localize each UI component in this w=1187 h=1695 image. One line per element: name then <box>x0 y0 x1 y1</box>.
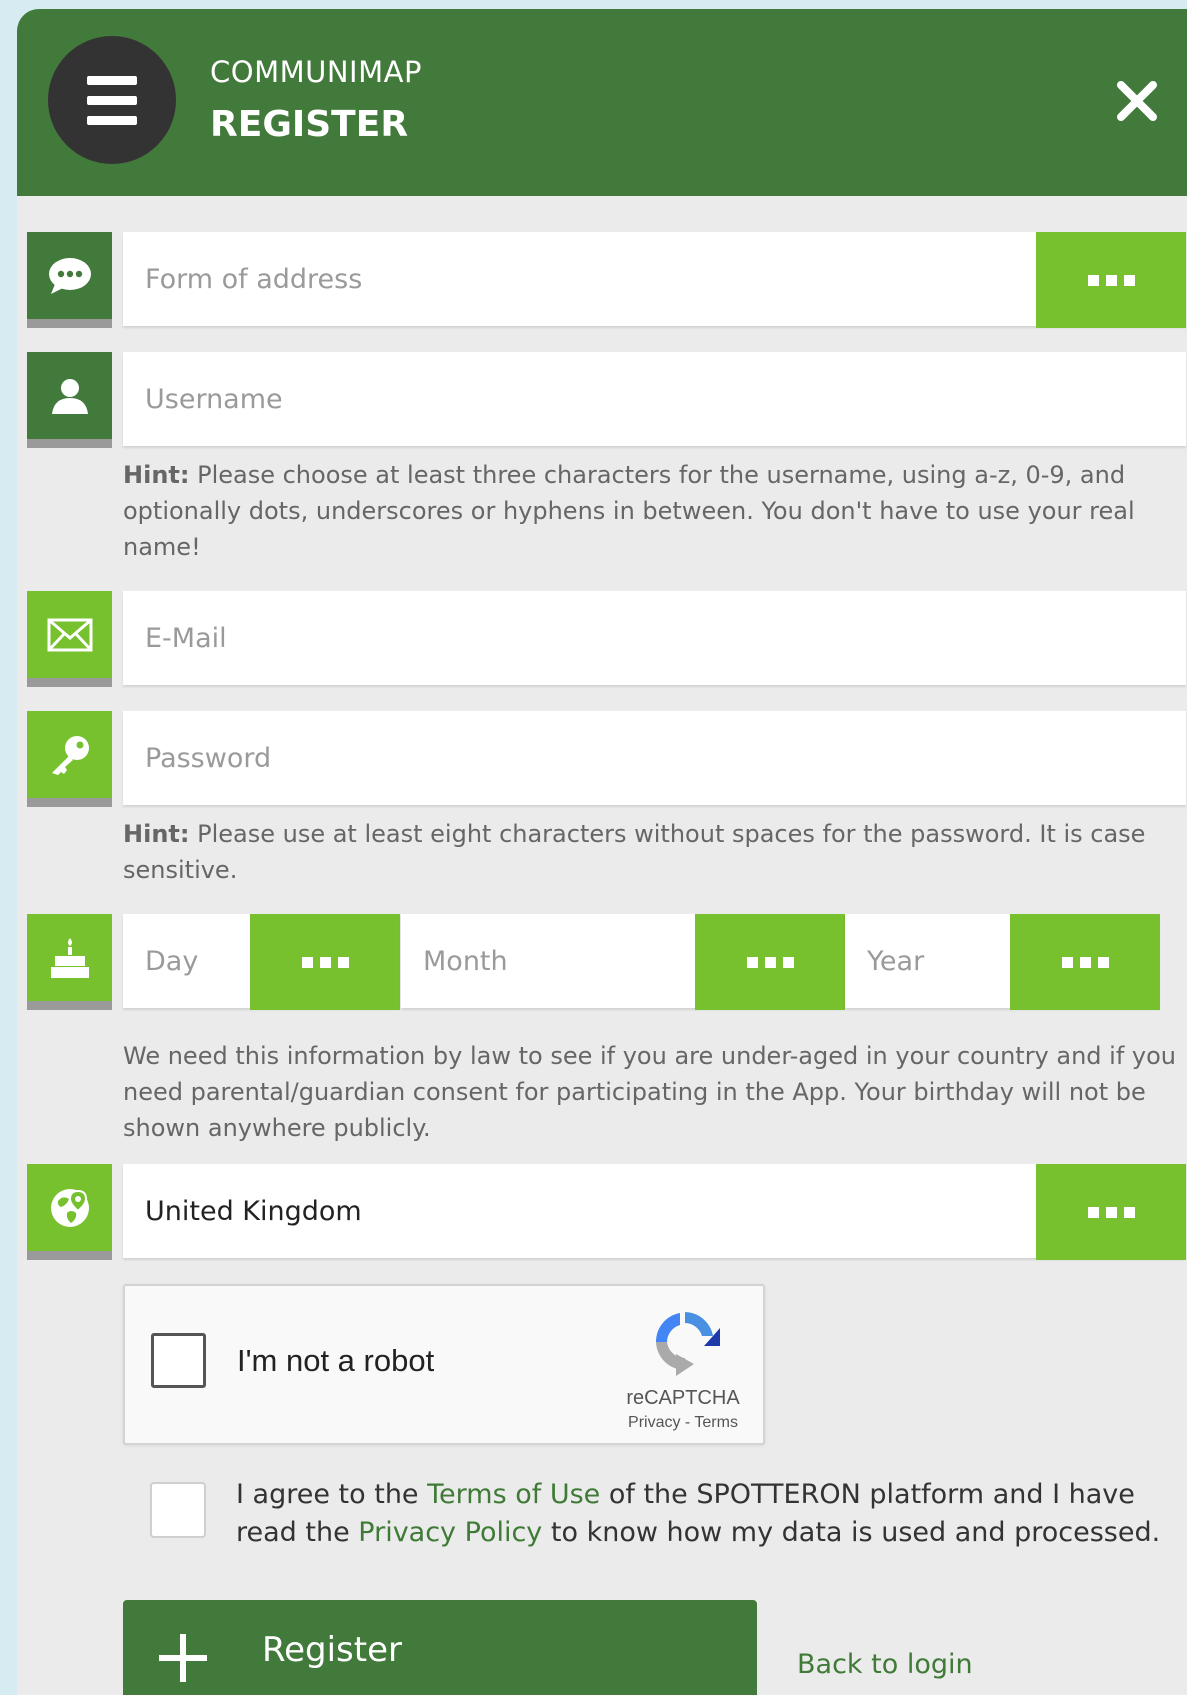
password-placeholder: Password <box>145 742 272 774</box>
email-tab <box>27 591 112 687</box>
plus-icon <box>159 1634 207 1682</box>
month-placeholder: Month <box>423 945 508 977</box>
recaptcha-logo-icon <box>655 1312 720 1376</box>
password-hint-text: Please use at least eight characters wit… <box>123 820 1146 884</box>
dot-icon <box>1105 274 1117 286</box>
country-value: United Kingdom <box>145 1195 362 1227</box>
username-hint: Hint: Please choose at least three chara… <box>123 457 1183 565</box>
country-tab <box>27 1164 112 1260</box>
speech-bubble-icon <box>48 257 91 294</box>
password-tab <box>27 711 112 807</box>
day-options-button[interactable] <box>250 914 400 1010</box>
hamburger-icon <box>87 75 137 85</box>
username-tab <box>27 352 112 448</box>
hamburger-icon-bar <box>87 115 137 125</box>
page-title: REGISTER <box>210 104 409 145</box>
password-hint-label: Hint: <box>123 820 190 848</box>
username-placeholder: Username <box>145 383 283 415</box>
dot-icon <box>1123 1206 1135 1218</box>
birthday-day-select[interactable]: Day <box>123 914 400 1010</box>
year-placeholder: Year <box>867 945 925 977</box>
country-select[interactable]: United Kingdom <box>123 1164 1186 1260</box>
dot-icon <box>319 956 331 968</box>
recaptcha-checkbox[interactable] <box>151 1333 206 1388</box>
password-input[interactable]: Password <box>123 711 1186 805</box>
form-of-address-select[interactable]: Form of address <box>123 232 1186 328</box>
recaptcha-privacy-link[interactable]: Privacy <box>628 1414 680 1431</box>
username-hint-text: Please choose at least three characters … <box>123 461 1135 561</box>
dot-icon <box>1105 1206 1117 1218</box>
dot-icon <box>337 956 349 968</box>
dot-icon <box>1087 1206 1099 1218</box>
user-icon <box>51 378 88 414</box>
birthday-month-select[interactable]: Month <box>401 914 845 1010</box>
privacy-policy-link[interactable]: Privacy Policy <box>358 1517 542 1548</box>
close-icon[interactable] <box>1109 73 1165 129</box>
dot-icon <box>764 956 776 968</box>
back-to-login-link[interactable]: Back to login <box>797 1649 973 1680</box>
agree-terms-checkbox[interactable] <box>150 1482 206 1538</box>
dot-icon <box>746 956 758 968</box>
hamburger-icon-bar <box>87 95 137 105</box>
form-of-address-options-button[interactable] <box>1036 232 1186 328</box>
menu-button[interactable] <box>48 36 176 164</box>
email-input[interactable]: E-Mail <box>123 591 1186 685</box>
recaptcha-links: Privacy - Terms <box>603 1414 763 1432</box>
register-panel: COMMUNIMAP REGISTER Form of address User… <box>17 9 1187 1695</box>
form-of-address-tab <box>27 232 112 328</box>
globe-pin-icon <box>50 1188 89 1227</box>
agreement-part3: to know how my data is used and processe… <box>542 1517 1161 1548</box>
app-name: COMMUNIMAP <box>210 55 422 89</box>
password-hint: Hint: Please use at least eight characte… <box>123 816 1183 888</box>
username-hint-label: Hint: <box>123 461 190 489</box>
birthday-tab <box>27 914 112 1010</box>
terms-of-use-link[interactable]: Terms of Use <box>427 1479 600 1510</box>
birthday-hint: We need this information by law to see i… <box>123 1042 1177 1142</box>
birthday-year-select[interactable]: Year <box>845 914 1160 1010</box>
register-button[interactable]: Register <box>123 1600 757 1695</box>
agreement-text: I agree to the Terms of Use of the SPOTT… <box>236 1476 1176 1552</box>
month-options-button[interactable] <box>695 914 845 1010</box>
dot-icon <box>1087 274 1099 286</box>
envelope-icon <box>47 618 92 651</box>
recaptcha-terms-link[interactable]: Terms <box>694 1414 738 1431</box>
dot-icon <box>1123 274 1135 286</box>
recaptcha-links-separator: - <box>680 1414 695 1431</box>
country-options-button[interactable] <box>1036 1164 1186 1260</box>
birthday-cake-icon <box>50 937 89 978</box>
recaptcha-widget: I'm not a robot reCAPTCHA Privacy - Term… <box>123 1284 765 1445</box>
agreement-part1: I agree to the <box>236 1479 428 1510</box>
email-placeholder: E-Mail <box>145 622 227 654</box>
register-button-label: Register <box>262 1630 402 1670</box>
day-placeholder: Day <box>145 945 199 977</box>
dot-icon <box>301 956 313 968</box>
dot-icon <box>782 956 794 968</box>
recaptcha-label: I'm not a robot <box>237 1343 435 1378</box>
year-options-button[interactable] <box>1010 914 1160 1010</box>
dot-icon <box>1061 956 1073 968</box>
recaptcha-brand: reCAPTCHA <box>626 1387 740 1409</box>
key-icon <box>51 735 89 775</box>
dot-icon <box>1079 956 1091 968</box>
form-of-address-placeholder: Form of address <box>145 263 363 295</box>
dot-icon <box>1097 956 1109 968</box>
header-bar: COMMUNIMAP REGISTER <box>17 9 1187 196</box>
username-input[interactable]: Username <box>123 352 1186 446</box>
